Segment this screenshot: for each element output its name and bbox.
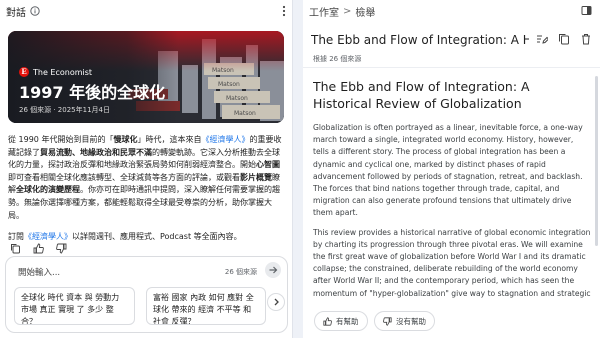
svg-text:Matson: Matson — [218, 81, 240, 88]
economist-link[interactable]: 《經濟學人》 — [201, 135, 249, 144]
info-icon[interactable] — [30, 6, 40, 16]
expand-icon[interactable] — [581, 5, 592, 16]
svg-text:Matson: Matson — [234, 110, 256, 117]
source-count: 26 個來源 — [224, 268, 257, 276]
notebook-hero-card: MatsonMatson MatsonMatson E The Economis… — [8, 31, 284, 123]
not-helpful-button[interactable]: 沒有幫助 — [374, 311, 435, 331]
edit-icon[interactable] — [536, 33, 548, 45]
send-button[interactable] — [265, 262, 281, 278]
report-paragraph: This review provides a historical narrat… — [313, 227, 591, 302]
delete-icon[interactable] — [580, 33, 592, 45]
send-icon — [269, 266, 278, 274]
report-paragraph: Globalization is often portrayed as a li… — [313, 123, 583, 218]
summary-actions — [10, 243, 67, 254]
subscribe-paragraph: 訂閱《經濟學人》以詳閱週刊、應用程式、Podcast 等全面內容。 — [8, 232, 242, 242]
report-content: The Ebb and Flow of Integration: A Histo… — [313, 78, 591, 302]
subscribe-link[interactable]: 《經濟學人》 — [24, 232, 72, 241]
suggested-question[interactable]: 全球化 時代 資本 與 勞動力 市場 真正 實現 了 多少 整合？ — [14, 287, 135, 325]
copy-icon[interactable] — [558, 33, 570, 45]
svg-text:Matson: Matson — [226, 95, 248, 102]
chat-input-box: 開始輸入... 26 個來源 全球化 時代 資本 與 勞動力 市場 真正 實現 … — [5, 256, 288, 333]
not-helpful-label: 沒有幫助 — [396, 316, 426, 326]
notebook-title: 1997 年後的全球化 — [19, 83, 166, 102]
helpful-label: 有幫助 — [336, 316, 359, 326]
thumb-up-icon — [323, 316, 332, 326]
breadcrumb-current: 檢舉 — [355, 7, 376, 19]
doc-source-count: 根據 26 個來源 — [313, 55, 362, 63]
copy-icon[interactable] — [10, 243, 21, 254]
doc-title: The Ebb and Flow of Integration: A Histo… — [311, 33, 529, 47]
thumb-up-icon[interactable] — [33, 243, 44, 254]
summary-paragraph: 從 1990 年代開始到目前的「慢球化」時代，這本來自《經濟學人》的重要收藏記錄… — [8, 135, 282, 220]
doc-toolbar — [536, 33, 592, 45]
scrollbar[interactable] — [595, 76, 598, 246]
report-heading: The Ebb and Flow of Integration: A Histo… — [313, 79, 530, 111]
studio-header: 工作室 > 檢舉 — [303, 0, 600, 22]
next-suggestions-button[interactable] — [267, 293, 285, 311]
chat-header: 對話 — [0, 0, 292, 22]
breadcrumb-studio[interactable]: 工作室 — [309, 4, 339, 19]
chat-input[interactable]: 開始輸入... — [18, 266, 60, 278]
doc-title-row: The Ebb and Flow of Integration: A Histo… — [311, 33, 592, 51]
breadcrumb-separator: > — [343, 5, 352, 17]
divider — [303, 67, 600, 68]
suggested-question[interactable]: 富裕 國家 內政 如何 應對 全球化 帶來的 經濟 不平等 和 社會 反彈？ — [146, 287, 266, 325]
more-vert-icon[interactable] — [282, 5, 286, 17]
source-badge: E The Economist — [19, 67, 92, 77]
notebook-summary: 從 1990 年代開始到目前的「慢球化」時代，這本來自《經濟學人》的重要收藏記錄… — [8, 134, 286, 253]
chevron-right-icon — [274, 298, 279, 306]
thumb-down-icon — [383, 316, 392, 326]
notebook-meta: 26 個來源 · 2025年11月4日 — [19, 106, 110, 114]
economist-logo: E — [19, 67, 29, 77]
studio-panel: 工作室 > 檢舉 The Ebb and Flow of Integration… — [303, 0, 600, 338]
helpful-button[interactable]: 有幫助 — [314, 311, 368, 331]
source-name: The Economist — [33, 67, 93, 77]
chat-title: 對話 — [6, 7, 26, 19]
chat-panel: 對話 MatsonMatson MatsonMatson — [0, 0, 293, 338]
thumb-down-icon[interactable] — [56, 243, 67, 254]
